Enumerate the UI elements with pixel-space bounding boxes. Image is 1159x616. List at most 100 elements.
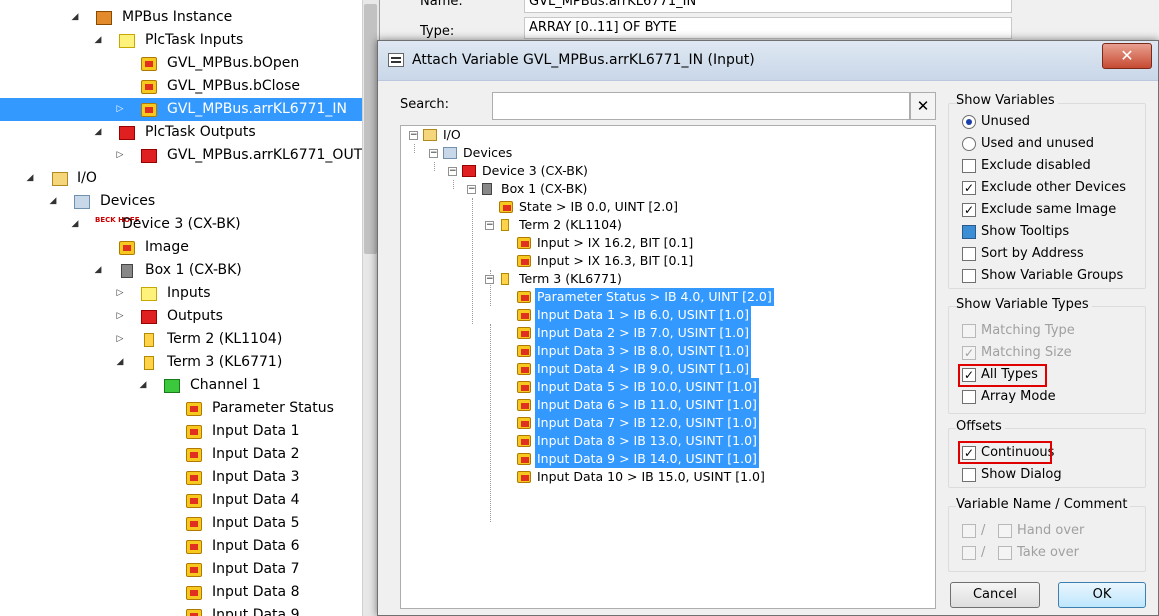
terminal-icon xyxy=(144,356,154,370)
collapse-box-icon[interactable]: − xyxy=(448,167,457,176)
collapse-arrow-icon[interactable]: ◢ xyxy=(70,6,80,29)
checkbox-icon[interactable] xyxy=(962,324,976,338)
close-icon[interactable]: ✕ xyxy=(1102,43,1152,69)
offsets-title: Offsets xyxy=(956,419,1005,434)
tree-item-inputs[interactable]: ▷ Inputs xyxy=(0,282,362,305)
name-label: Name: xyxy=(420,0,463,9)
radio-icon[interactable] xyxy=(962,137,976,151)
tree-item-image[interactable]: Image xyxy=(0,236,362,259)
collapse-box-icon[interactable]: − xyxy=(429,149,438,158)
expand-arrow-icon[interactable]: ▷ xyxy=(115,282,125,305)
checkbox-icon[interactable] xyxy=(962,468,976,482)
checkbox-icon[interactable] xyxy=(962,524,976,538)
tree-item-input-data-3[interactable]: Input Data 3 xyxy=(0,466,362,489)
variable-tree[interactable]: − I/O − Devices − Device 3 (CX-BK) − Box… xyxy=(400,125,936,609)
image-arrows-icon xyxy=(119,241,135,255)
tree-item-box-1[interactable]: ◢ Box 1 (CX-BK) xyxy=(0,259,362,282)
dialog-title-bar[interactable]: Attach Variable GVL_MPBus.arrKL6771_IN (… xyxy=(378,41,1158,81)
input-image-icon xyxy=(119,34,135,48)
tree-item-arrkl6771-in[interactable]: ▷ GVL_MPBus.arrKL6771_IN xyxy=(0,98,362,121)
tree-item-device-3[interactable]: ◢ BECK HOFF Device 3 (CX-BK) xyxy=(0,213,362,236)
collapse-box-icon[interactable]: − xyxy=(467,185,476,194)
tree-item-outputs[interactable]: ▷ Outputs xyxy=(0,305,362,328)
expand-arrow-icon[interactable]: ▷ xyxy=(115,144,125,167)
expand-arrow-icon[interactable]: ▷ xyxy=(115,328,125,351)
ok-button[interactable]: OK xyxy=(1058,582,1146,608)
tree-item-arrkl6771-out[interactable]: ▷ GVL_MPBus.arrKL6771_OUT xyxy=(0,144,362,167)
tree-item-mpbus-instance[interactable]: ◢ MPBus Instance xyxy=(0,6,362,29)
collapse-box-icon[interactable]: − xyxy=(485,221,494,230)
tree-scrollbar-thumb[interactable] xyxy=(364,4,377,254)
io-icon xyxy=(52,172,68,186)
tree-item-input-data-4[interactable]: Input Data 4 xyxy=(0,489,362,512)
checkbox-icon[interactable] xyxy=(998,524,1012,538)
variable-icon xyxy=(141,80,157,94)
variable-icon xyxy=(499,201,513,213)
tree-item-input-data-8[interactable]: Input Data 8 xyxy=(0,581,362,604)
collapse-arrow-icon[interactable]: ◢ xyxy=(93,121,103,144)
collapse-arrow-icon[interactable]: ◢ xyxy=(48,190,58,213)
type-label: Type: xyxy=(420,24,455,39)
tree-item-plctask-outputs[interactable]: ◢ PlcTask Outputs xyxy=(0,121,362,144)
variable-icon xyxy=(517,399,531,411)
variable-icon xyxy=(186,448,202,462)
name-slash-checkbox[interactable]: / xyxy=(962,521,992,541)
collapse-arrow-icon[interactable]: ◢ xyxy=(93,29,103,52)
show-variable-types-title: Show Variable Types xyxy=(956,297,1092,312)
variable-icon xyxy=(517,417,531,429)
collapse-arrow-icon[interactable]: ◢ xyxy=(70,213,80,236)
tree-item-input-data-7[interactable]: Input Data 7 xyxy=(0,558,362,581)
tree-line xyxy=(490,324,491,522)
tree-item-bclose[interactable]: GVL_MPBus.bClose xyxy=(0,75,362,98)
type-field[interactable]: ARRAY [0..11] OF BYTE xyxy=(524,17,1012,39)
clear-search-icon[interactable]: ✕ xyxy=(910,92,936,120)
tree-item-input-data-6[interactable]: Input Data 6 xyxy=(0,535,362,558)
search-input[interactable] xyxy=(492,92,910,120)
devices-icon xyxy=(74,195,90,209)
checkmark-icon[interactable]: ✓ xyxy=(962,203,976,217)
io-icon xyxy=(423,129,437,141)
expand-arrow-icon[interactable]: ▷ xyxy=(115,305,125,328)
collapse-arrow-icon[interactable]: ◢ xyxy=(115,351,125,374)
cancel-button[interactable]: Cancel xyxy=(950,582,1040,608)
tree-item-plctask-inputs[interactable]: ◢ PlcTask Inputs xyxy=(0,29,362,52)
tree-item-input-data-9[interactable]: Input Data 9 xyxy=(0,604,362,616)
checkmark-icon[interactable]: ✓ xyxy=(962,181,976,195)
variable-icon xyxy=(517,291,531,303)
inputs-icon xyxy=(141,287,157,301)
collapse-box-icon[interactable]: − xyxy=(409,131,418,140)
tree-item-channel-1[interactable]: ◢ Channel 1 xyxy=(0,374,362,397)
collapse-arrow-icon[interactable]: ◢ xyxy=(93,259,103,282)
expand-arrow-icon[interactable]: ▷ xyxy=(115,98,125,121)
device-icon xyxy=(462,165,476,177)
name-field[interactable]: GVL_MPBus.arrKL6771_IN xyxy=(524,0,1012,13)
tree-item-term-3[interactable]: ◢ Term 3 (KL6771) xyxy=(0,351,362,374)
variable-icon xyxy=(141,57,157,71)
checkbox-icon[interactable] xyxy=(962,159,976,173)
collapse-arrow-icon[interactable]: ◢ xyxy=(138,374,148,397)
checkbox-icon[interactable] xyxy=(962,546,976,560)
collapse-arrow-icon[interactable]: ◢ xyxy=(25,167,35,190)
collapse-box-icon[interactable]: − xyxy=(485,275,494,284)
checkbox-icon[interactable] xyxy=(962,269,976,283)
output-variable-icon xyxy=(141,149,157,163)
highlight-continuous xyxy=(958,441,1052,464)
radio-selected-icon[interactable] xyxy=(962,115,976,129)
variable-icon xyxy=(141,103,157,117)
checkbox-icon[interactable] xyxy=(962,247,976,261)
tree-item-devices[interactable]: ◢ Devices xyxy=(0,190,362,213)
tree-item-bopen[interactable]: GVL_MPBus.bOpen xyxy=(0,52,362,75)
comment-slash-checkbox[interactable]: / xyxy=(962,543,992,563)
variable-icon xyxy=(517,363,531,375)
tree-item-input-data-5[interactable]: Input Data 5 xyxy=(0,512,362,535)
checkmark-icon[interactable]: ✓ xyxy=(962,346,976,360)
tree-item-input-data-2[interactable]: Input Data 2 xyxy=(0,443,362,466)
tree-item-parameter-status[interactable]: Parameter Status xyxy=(0,397,362,420)
checkbox-indeterminate-icon[interactable] xyxy=(962,225,976,239)
tree-item-io[interactable]: ◢ I/O xyxy=(0,167,362,190)
checkbox-icon[interactable] xyxy=(998,546,1012,560)
variable-icon xyxy=(186,494,202,508)
checkbox-icon[interactable] xyxy=(962,390,976,404)
tree-item-term-2[interactable]: ▷ Term 2 (KL1104) xyxy=(0,328,362,351)
tree-item-input-data-1[interactable]: Input Data 1 xyxy=(0,420,362,443)
